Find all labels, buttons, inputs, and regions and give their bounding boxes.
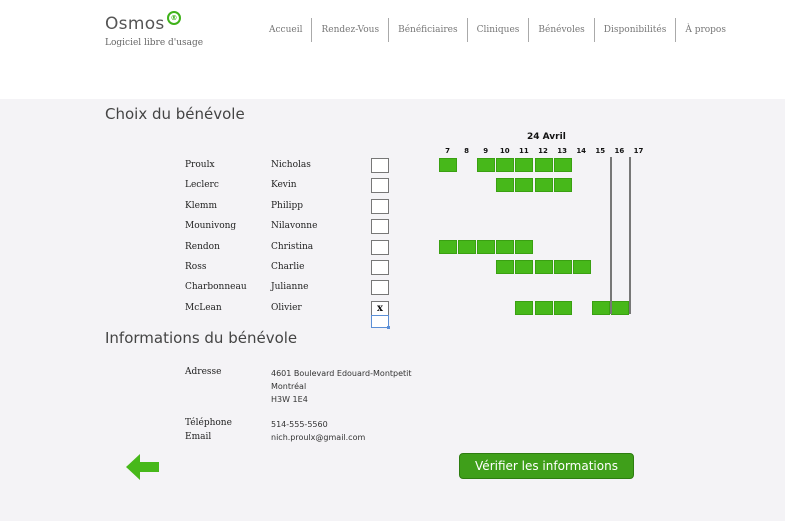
phone-label: Téléphone — [185, 418, 232, 428]
appointment-marker-line — [629, 157, 631, 314]
nav-item-cliniques[interactable]: Cliniques — [466, 18, 529, 42]
app-logo[interactable]: Osmos — [105, 14, 165, 34]
address-line-3: H3W 1E4 — [271, 395, 308, 404]
nav-item-benevoles[interactable]: Bénévoles — [528, 18, 593, 42]
volunteer-first-name: Philipp — [271, 200, 304, 211]
availability-slot[interactable] — [496, 158, 515, 172]
availability-slot[interactable] — [534, 260, 553, 274]
nav-item-a-propos[interactable]: À propos — [675, 18, 735, 42]
volunteer-first-name: Julianne — [271, 282, 309, 293]
availability-slot[interactable] — [496, 260, 515, 274]
logo-badge-icon: ® — [167, 11, 181, 25]
address-label: Adresse — [185, 367, 222, 377]
nav-item-beneficiaires[interactable]: Bénéficiaires — [388, 18, 466, 42]
hour-label: 12 — [538, 147, 548, 155]
availability-slot[interactable] — [553, 260, 572, 274]
hour-label: 17 — [633, 147, 644, 155]
availability-slot[interactable] — [477, 239, 496, 254]
hour-label: 7 — [445, 147, 450, 155]
header: Osmos ® Logiciel libre d'usage Accueil R… — [0, 0, 785, 99]
hour-label: 10 — [499, 147, 510, 155]
hour-label: 9 — [483, 147, 489, 155]
volunteer-last-name: Klemm — [185, 200, 217, 211]
volunteer-first-name: Christina — [271, 241, 314, 252]
hour-label: 13 — [557, 147, 567, 155]
address-line-1: 4601 Boulevard Edouard-Montpetit — [271, 369, 412, 378]
availability-slot[interactable] — [515, 260, 534, 274]
volunteer-select-checkbox[interactable] — [371, 239, 389, 255]
volunteer-select-checkbox[interactable] — [371, 219, 389, 235]
availability-slot[interactable] — [515, 239, 534, 254]
volunteer-first-name: Olivier — [271, 302, 302, 313]
hour-label: 15 — [595, 147, 606, 155]
volunteer-last-name: Ross — [185, 262, 207, 272]
volunteer-last-name: McLean — [185, 302, 222, 313]
availability-slot[interactable] — [439, 158, 458, 172]
availability-slot[interactable] — [534, 300, 553, 315]
availability-slot[interactable] — [496, 178, 515, 193]
availability-slot[interactable] — [515, 300, 534, 315]
availability-slot[interactable] — [553, 178, 572, 193]
hour-label: 16 — [614, 147, 625, 155]
availability-slot[interactable] — [534, 158, 553, 172]
app-tagline: Logiciel libre d'usage — [105, 38, 204, 48]
nav-item-disponibilites[interactable]: Disponibilités — [593, 18, 676, 42]
volunteer-select-checkbox[interactable] — [371, 158, 389, 173]
availability-slot[interactable] — [439, 239, 458, 254]
volunteer-last-name: Mounivong — [185, 221, 237, 232]
verify-information-button[interactable]: Vérifier les informations — [459, 453, 634, 479]
address-line-2: Montréal — [271, 382, 307, 391]
volunteer-first-name: Nicholas — [271, 160, 311, 170]
volunteer-info-title: Informations du bénévole — [105, 329, 298, 347]
volunteer-select-checkbox[interactable] — [371, 260, 389, 275]
availability-slot[interactable] — [572, 260, 591, 274]
availability-slot[interactable] — [496, 239, 515, 254]
nav-item-accueil[interactable]: Accueil — [263, 18, 311, 42]
volunteer-select-checkbox[interactable] — [371, 280, 389, 296]
phone-value: 514-555-5560 — [271, 420, 328, 429]
arrow-left-icon[interactable] — [124, 452, 160, 486]
volunteer-select-checkbox[interactable]: x — [371, 300, 389, 316]
availability-slot[interactable] — [515, 158, 534, 172]
availability-slot[interactable] — [534, 178, 553, 193]
volunteer-last-name: Charbonneau — [185, 282, 247, 293]
volunteer-select-checkbox[interactable] — [371, 178, 389, 194]
nav-item-rendez-vous[interactable]: Rendez-Vous — [311, 18, 388, 42]
email-label: Email — [185, 432, 212, 442]
volunteer-last-name: Proulx — [185, 160, 215, 170]
hour-label: 14 — [576, 147, 587, 155]
volunteer-choice-title: Choix du bénévole — [105, 105, 245, 123]
availability-slot[interactable] — [591, 300, 610, 315]
resize-handle-icon — [387, 326, 390, 330]
availability-slot[interactable] — [553, 300, 572, 315]
availability-slot[interactable] — [515, 178, 534, 193]
availability-slot[interactable] — [458, 239, 477, 254]
availability-slot[interactable] — [610, 300, 629, 315]
volunteer-select-checkbox[interactable] — [371, 198, 389, 214]
availability-slot[interactable] — [553, 158, 572, 172]
appointment-marker-line — [609, 157, 612, 314]
hour-label: 8 — [464, 147, 470, 155]
availability-slot[interactable] — [477, 158, 496, 172]
volunteer-last-name: Rendon — [185, 241, 220, 252]
volunteer-last-name: Leclerc — [185, 180, 219, 191]
volunteer-first-name: Charlie — [271, 262, 305, 272]
email-value: nich.proulx@gmail.com — [271, 433, 366, 442]
main-nav: Accueil Rendez-Vous Bénéficiaires Cliniq… — [263, 18, 735, 42]
volunteer-first-name: Kevin — [271, 180, 297, 191]
hour-label: 11 — [519, 147, 529, 155]
main-content — [0, 99, 785, 521]
volunteer-first-name: Nilavonne — [271, 221, 318, 232]
calendar-date: 24 Avril — [527, 132, 566, 142]
